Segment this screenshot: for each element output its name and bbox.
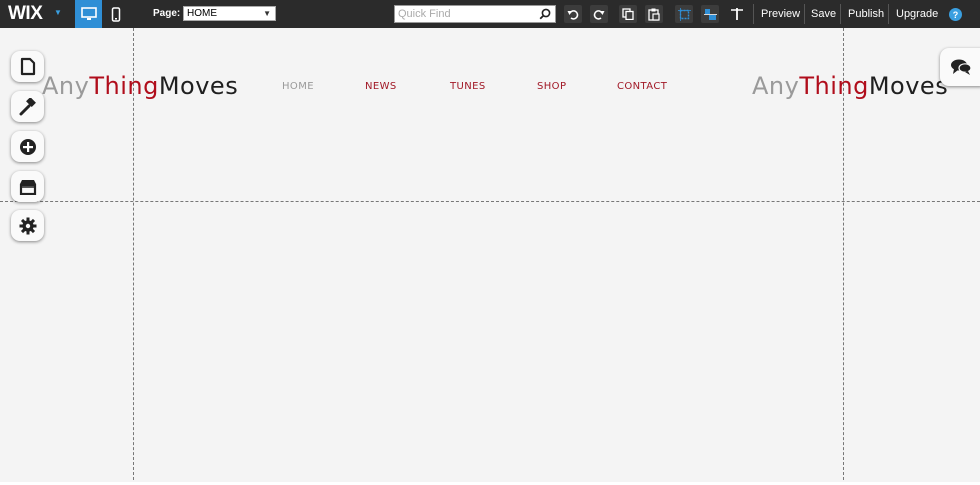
desktop-view-button[interactable] bbox=[75, 0, 102, 28]
add-icon bbox=[19, 138, 36, 155]
publish-button[interactable]: Publish bbox=[848, 8, 884, 20]
paste-button[interactable] bbox=[645, 5, 663, 23]
design-panel-button[interactable] bbox=[11, 91, 44, 122]
preview-button[interactable]: Preview bbox=[761, 8, 800, 20]
page-label: Page: bbox=[153, 8, 181, 19]
app-market-icon bbox=[19, 179, 36, 195]
desktop-view-icon bbox=[80, 7, 97, 20]
redo-icon bbox=[593, 10, 605, 20]
wix-logo[interactable]: WIX bbox=[8, 3, 43, 25]
gridlines-toggle[interactable] bbox=[675, 5, 693, 23]
undo-button[interactable] bbox=[564, 5, 582, 23]
mobile-view-icon bbox=[111, 6, 120, 22]
nav-item-news[interactable]: NEWS bbox=[365, 81, 397, 92]
nav-item-home[interactable]: HOME bbox=[282, 81, 314, 92]
save-button[interactable]: Save bbox=[811, 8, 836, 20]
undo-icon bbox=[567, 10, 579, 20]
design-icon bbox=[19, 97, 36, 115]
editor-canvas[interactable]: AnyThingMoves HOME NEWS TUNES SHOP CONTA… bbox=[0, 28, 980, 485]
logo-text-thing: Thing bbox=[799, 72, 869, 100]
page-select[interactable]: HOME ▼ bbox=[183, 6, 276, 21]
settings-panel-button[interactable] bbox=[11, 210, 44, 241]
ruler-icon bbox=[731, 8, 743, 20]
snap-icon bbox=[703, 8, 717, 20]
header-boundary-line bbox=[0, 201, 980, 202]
mobile-view-button[interactable] bbox=[102, 0, 129, 28]
snap-to-object-toggle[interactable] bbox=[701, 5, 719, 23]
pages-panel-button[interactable] bbox=[11, 51, 44, 82]
nav-item-tunes[interactable]: TUNES bbox=[450, 81, 486, 92]
page-select-value: HOME bbox=[187, 8, 217, 19]
toolbar-divider bbox=[804, 4, 805, 24]
logo-menu-chevron-icon[interactable]: ▼ bbox=[54, 8, 62, 17]
nav-item-contact[interactable]: CONTACT bbox=[617, 81, 667, 92]
rulers-toggle[interactable] bbox=[728, 5, 746, 23]
help-icon[interactable]: ? bbox=[949, 8, 962, 21]
chevron-down-icon: ▼ bbox=[263, 9, 271, 18]
paste-icon bbox=[648, 8, 660, 21]
logo-text-thing: Thing bbox=[89, 72, 159, 100]
upgrade-button[interactable]: Upgrade bbox=[896, 8, 938, 20]
app-market-button[interactable] bbox=[11, 171, 44, 202]
site-logo-left[interactable]: AnyThingMoves bbox=[42, 72, 238, 100]
editor-toolbar: WIX ▼ Page: HOME ▼ Quick Find Preview Sa… bbox=[0, 0, 980, 28]
toolbar-divider bbox=[753, 4, 754, 24]
toolbar-divider bbox=[888, 4, 889, 24]
pages-icon bbox=[20, 57, 35, 76]
toolbar-divider bbox=[840, 4, 841, 24]
nav-item-shop[interactable]: SHOP bbox=[537, 81, 566, 92]
copy-icon bbox=[622, 8, 634, 20]
logo-text-any: Any bbox=[42, 72, 90, 100]
grid-icon bbox=[677, 7, 691, 21]
logo-text-moves: Moves bbox=[158, 72, 239, 100]
redo-button[interactable] bbox=[590, 5, 608, 23]
chat-bubbles-icon bbox=[951, 59, 972, 75]
site-logo-right[interactable]: AnyThingMoves bbox=[752, 72, 948, 100]
copy-button[interactable] bbox=[619, 5, 637, 23]
add-panel-button[interactable] bbox=[11, 131, 44, 162]
quick-find-placeholder: Quick Find bbox=[398, 8, 451, 20]
logo-text-moves: Moves bbox=[868, 72, 949, 100]
quick-find-input[interactable]: Quick Find bbox=[394, 5, 556, 23]
settings-icon bbox=[19, 217, 36, 234]
chat-support-tab[interactable] bbox=[940, 48, 980, 86]
logo-text-any: Any bbox=[752, 72, 800, 100]
search-icon bbox=[539, 8, 551, 20]
